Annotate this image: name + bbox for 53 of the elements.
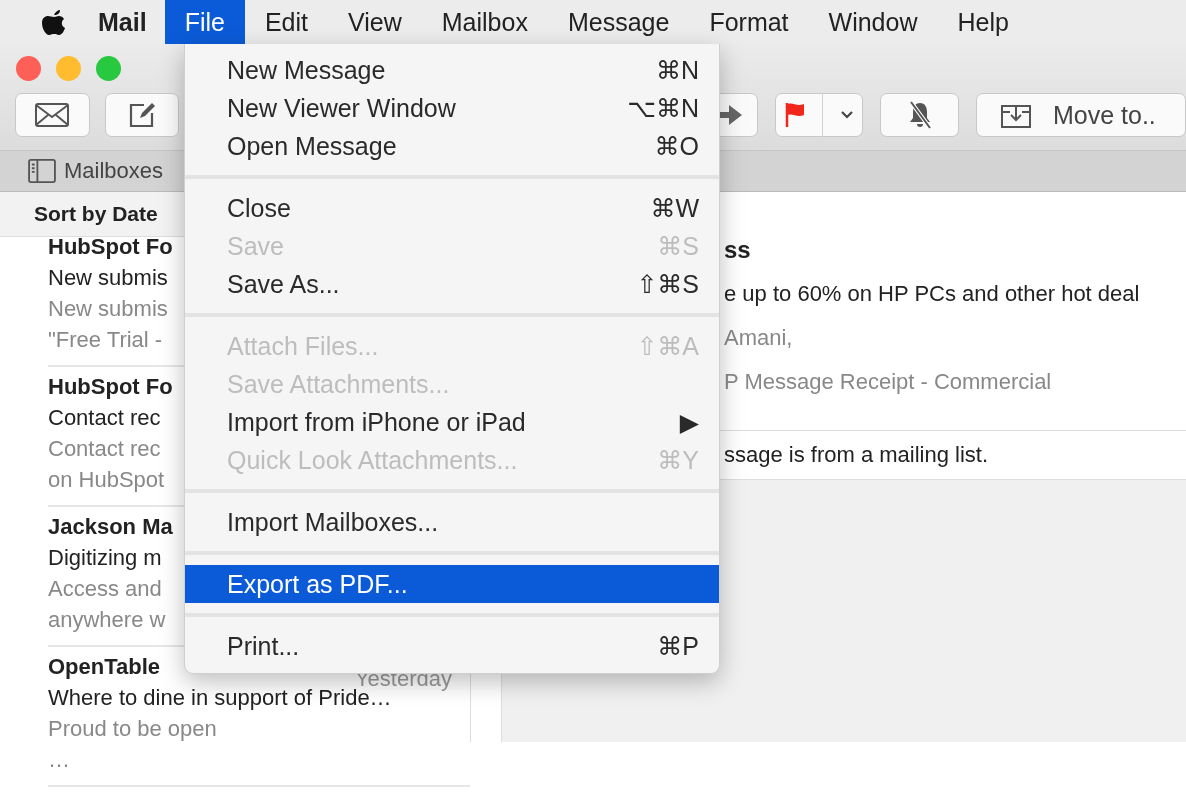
bell-slash-icon (907, 101, 932, 129)
mailing-list-notice: ssage is from a mailing list. (724, 442, 989, 467)
menu-title[interactable]: View (328, 0, 422, 44)
compose-icon (127, 101, 156, 129)
menu-title[interactable]: Mailbox (421, 0, 548, 44)
message-preview: "Free Trial - (48, 327, 163, 352)
menu-item[interactable]: Import Mailboxes... (185, 503, 719, 541)
menu-title[interactable]: Edit (244, 0, 328, 44)
mute-button[interactable] (880, 93, 959, 137)
menu-item[interactable]: Open Message ⌘O (185, 127, 719, 165)
chevron-down-icon (839, 110, 854, 120)
message-sender: HubSpot Fo (48, 233, 173, 261)
menu-item[interactable]: Print... ⌘P (185, 627, 719, 665)
message-sender: HubSpot Fo (48, 373, 173, 401)
flag-icon (784, 102, 805, 128)
message-subject: Digitizing m (48, 545, 162, 570)
message-line: P Message Receipt - Commercial (724, 368, 1053, 396)
message-sender: Jackson Ma (48, 513, 173, 541)
message-preview: anywhere w (48, 607, 166, 632)
menu-title[interactable]: Help (937, 0, 1029, 44)
menu-item[interactable]: Save As... ⇧⌘S (185, 265, 719, 303)
message-preview: Proud to be open (48, 716, 217, 741)
message-preview: Access and (48, 576, 162, 601)
menu-item[interactable]: Close ⌘W (185, 189, 719, 227)
menu-item[interactable]: New Message ⌘N (185, 51, 719, 89)
message-preview: Contact rec (48, 436, 161, 461)
move-to-button[interactable]: Move to.. (976, 93, 1186, 137)
sender-name: ss (724, 235, 752, 265)
message-preview: … (48, 747, 70, 772)
menu-item[interactable]: New Viewer Window ⌥⌘N (185, 89, 719, 127)
flag-button[interactable] (775, 93, 863, 137)
mailboxes-button[interactable]: Mailboxes (28, 158, 164, 184)
message-subject: e up to 60% on HP PCs and other hot deal (724, 280, 1141, 308)
menu-title[interactable]: Format (689, 0, 809, 44)
message-subject: Contact rec (48, 405, 161, 430)
menu-item[interactable]: Export as PDF... (185, 565, 719, 603)
envelope-icon (35, 103, 70, 127)
menu-title[interactable]: File (164, 0, 245, 44)
apple-icon[interactable] (42, 8, 66, 36)
menu-title[interactable]: Window (808, 0, 938, 44)
menu-title[interactable]: Message (547, 0, 690, 44)
message-preview: on HubSpot (48, 467, 165, 492)
compose-button[interactable] (104, 93, 179, 137)
message-sender: OpenTable (48, 653, 161, 681)
message-preview: New submis (48, 296, 168, 321)
app-menu[interactable]: Mail (94, 0, 165, 44)
menu-item[interactable]: Import from iPhone or iPad ▶ (185, 403, 719, 441)
message-subject: Where to dine in support of Pride… (48, 685, 392, 710)
sort-menu[interactable]: Sort by Date (34, 202, 158, 226)
message-subject: New submis (48, 265, 168, 290)
greeting-text: Amani, (724, 324, 794, 352)
sidebar-icon (28, 159, 56, 183)
get-mail-button[interactable] (15, 93, 90, 137)
